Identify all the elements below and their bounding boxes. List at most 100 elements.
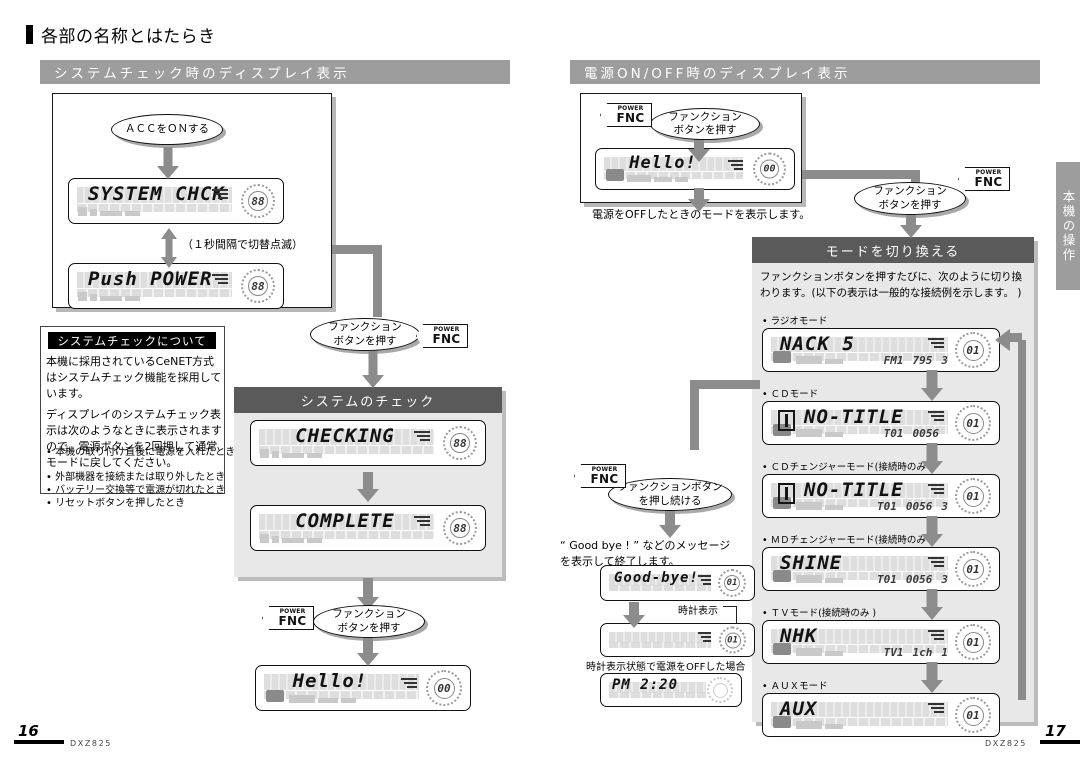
lcd-system-check: SYSTEM CHCK 88 (68, 178, 284, 224)
lcd-dial-number: 01 (962, 558, 984, 580)
lcd-inner: SYSTEM CHCK 88 (72, 182, 280, 220)
arrow-blink-bidirectional (161, 228, 177, 268)
lcd-signal-bars (928, 411, 944, 421)
lcd-sub-2: 1ch (912, 646, 933, 660)
lcd-hello-left: Hello! 00 (255, 665, 471, 711)
fnc-button-key-right-1[interactable]: POWER FNC (600, 103, 652, 127)
clock-label-leader-line (723, 606, 737, 624)
arrow-goodbye-to-clock (623, 602, 645, 628)
callout-line1: ファンクション (328, 321, 402, 334)
callout-line2: ボタンを押す (673, 124, 737, 136)
callout-line2: を押し続ける (638, 494, 702, 507)
lcd-rotary-dial: 88 (443, 511, 477, 545)
arrow-checking-to-complete (357, 472, 379, 502)
lcd-dial-number: 88 (450, 518, 470, 538)
mode-label-2: ＣＤチェンジャーモード(接続時のみ ) (762, 459, 933, 473)
lcd-mode-badge (266, 689, 284, 702)
callout-line2: ボタンを押す (333, 334, 397, 347)
fnc-button-key-hold[interactable]: POWER FNC (574, 464, 626, 488)
arrow-mode-4-to-5 (920, 662, 944, 693)
connector-pipe-v1 (373, 245, 382, 317)
arrow-mode-0-to-1 (920, 370, 944, 401)
lcd-goodbye: Good-bye! 01 (600, 565, 755, 601)
page-number-right: 17 (1045, 722, 1066, 740)
fnc-button-key-2[interactable]: POWER FNC (262, 606, 314, 630)
manual-page: 各部の名称とはたらき システムチェック時のディスプレイ表示 電源ON/OFF時の… (0, 0, 1080, 763)
lcd-dial-number: 01 (962, 631, 984, 653)
lcd-inner: AUX 01 (766, 697, 996, 733)
lcd-indicator-segments (796, 502, 843, 510)
lcd-inner: PM 2:20 (604, 677, 738, 703)
lcd-inner: COMPLETE 88 (254, 509, 482, 547)
lcd-sub-row: TV1 1ch 1 (883, 646, 948, 660)
mode-label-0: ラジオモード (762, 313, 828, 327)
lcd-inner: Push POWER 88 (72, 267, 280, 305)
lcd-dial-number: 01 (962, 704, 984, 726)
lcd-mode-3: SHINE T01 0056 3 01 (762, 547, 1000, 591)
lcd-clock-time: PM 2:20 (600, 673, 742, 707)
lcd-dial-number: 01 (962, 412, 984, 434)
mode-label-5: ＡＵＸモード (762, 678, 828, 692)
title-accent-bar (26, 25, 33, 44)
lcd-sub-2: 0056 (912, 427, 940, 441)
lcd-main-text: CHECKING (295, 425, 395, 448)
lcd-indicator-segments (796, 648, 843, 656)
arrow-to-mode-panel (900, 214, 922, 238)
lcd-sub-row: T01 0056 3 (877, 500, 948, 513)
lcd-main-text: PM 2:20 (612, 677, 679, 694)
lcd-sub-row (930, 720, 948, 731)
lcd-rotary-dial: 00 (426, 670, 462, 706)
fnc-key-label: FNC (590, 472, 619, 487)
lcd-rotary-dial: 01 (955, 332, 991, 368)
lcd-sub-1: T01 (883, 427, 904, 441)
lcd-dial-number: 01 (962, 485, 984, 507)
lcd-clock-blank: 01 (600, 623, 755, 657)
page-model-left: DXZ825 (70, 739, 112, 748)
about-bullet-3: リセットボタンを押したとき (46, 494, 185, 509)
lcd-main-text: Push POWER (88, 268, 213, 291)
lcd-indicator-segments (627, 175, 688, 182)
arrow-to-goodbye (659, 510, 681, 538)
connector-pipe-h2 (802, 170, 920, 179)
mode-loop-pipe-v (1018, 340, 1026, 700)
lcd-complete: COMPLETE 88 (250, 505, 486, 551)
lcd-indicator-segments (796, 356, 843, 364)
lcd-main-text: NHK (780, 624, 818, 647)
lcd-mode-badge (773, 350, 791, 363)
mode-label-1: ＣＤモード (762, 386, 819, 400)
mode-loop-arrowhead (995, 329, 1010, 351)
lcd-rotary-dial: 01 (955, 405, 991, 441)
mode-panel-intro: ファンクションボタンを押すたびに、次のように切り換わります。(以下の表示は一般的… (760, 271, 1023, 299)
lcd-main-text: SYSTEM CHCK (88, 183, 225, 206)
lcd-indicator-segments (796, 575, 843, 583)
side-tab-chapter: 本機の操作 (1056, 162, 1080, 290)
lcd-rotary-dial: 88 (241, 184, 275, 218)
lcd-signal-bars (414, 516, 430, 526)
arrow-mode-2-to-3 (920, 516, 944, 547)
fnc-key-label: FNC (974, 175, 1003, 190)
goodbye-branch-pipe-v (690, 380, 699, 450)
lcd-rotary-dial: 01 (955, 697, 991, 733)
lcd-rotary-dial: 01 (955, 551, 991, 587)
arrow-to-system-check-panel (362, 350, 384, 388)
lcd-rotary-dial (707, 677, 733, 703)
lcd-dial-number: 01 (724, 632, 741, 648)
fnc-press-callout-2: ファンクション ボタンを押す (313, 605, 425, 638)
mode-label-3: ＭＤチェンジャーモード(接続時のみ ) (762, 532, 933, 546)
lcd-rotary-dial: 01 (719, 626, 746, 654)
lcd-signal-bars (212, 189, 228, 199)
callout-line1: ファンクション (873, 185, 947, 198)
fnc-button-key-right-2[interactable]: POWER FNC (958, 167, 1010, 191)
about-para-1: 本機に採用されているCeNET方式はシステムチェック機能を採用しています。 (46, 355, 222, 400)
lcd-ghost-row2 (609, 642, 711, 648)
lcd-sub-row: T01 0056 3 (877, 573, 948, 587)
lcd-signal-bars (928, 630, 944, 640)
callout-line1: ファンクション (668, 110, 742, 123)
lcd-main-text: Good-bye! (614, 569, 699, 586)
mode-loop-pipe-corner (1018, 692, 1026, 700)
fnc-button-key-1[interactable]: POWER FNC (416, 324, 468, 348)
lcd-sub-1: TV1 (883, 646, 904, 660)
lcd-checking: CHECKING 88 (250, 420, 486, 466)
arrow-hello-to-note (688, 188, 710, 212)
lcd-sub-2: 0056 (905, 573, 933, 587)
